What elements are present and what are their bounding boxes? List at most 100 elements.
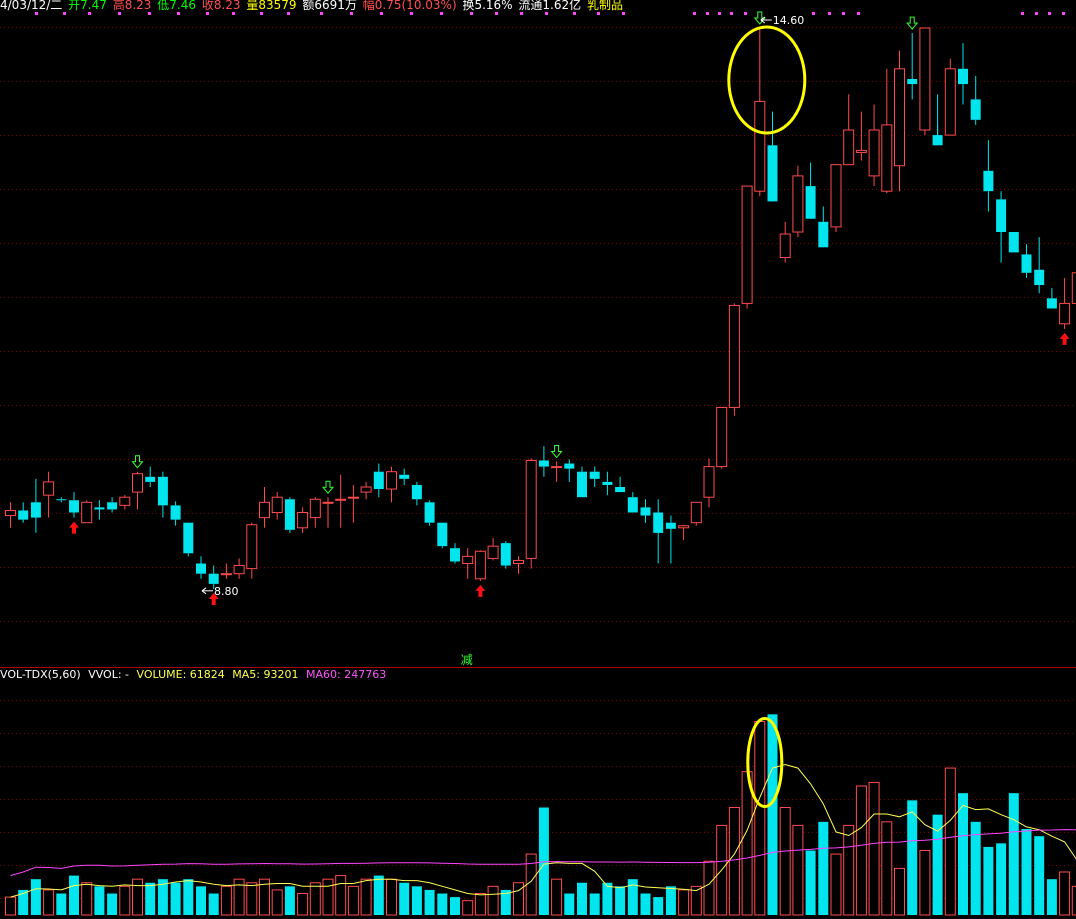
- volume-bar: [196, 886, 206, 915]
- volume-bar: [779, 807, 791, 916]
- volume-bar: [208, 893, 219, 915]
- candles: [5, 27, 1076, 589]
- vol-vvol: VVOL: -: [88, 668, 130, 681]
- volume-bar: [220, 885, 232, 916]
- candle-body: [894, 68, 905, 167]
- candle-body: [868, 129, 880, 177]
- candle-body: [271, 496, 283, 514]
- candle: [424, 500, 435, 526]
- candle: [830, 164, 842, 232]
- period-dot: [1035, 12, 1038, 15]
- candle: [1008, 232, 1019, 253]
- candle: [1034, 237, 1045, 294]
- period-dot: [1048, 12, 1051, 15]
- candle: [881, 68, 893, 194]
- candle: [818, 206, 829, 248]
- candle-body: [233, 565, 245, 575]
- candle-body: [157, 476, 168, 506]
- period-dot: [495, 12, 498, 15]
- candle: [958, 43, 968, 105]
- candle: [716, 406, 728, 469]
- volume-bar: [843, 824, 855, 916]
- volume-bar: [424, 889, 435, 915]
- sell-arrow-icon: [550, 445, 563, 459]
- period-dot: [718, 12, 721, 15]
- candle-body: [792, 175, 804, 233]
- candle-body: [424, 502, 435, 523]
- candle: [386, 466, 397, 503]
- candle: [500, 541, 511, 569]
- candle-body: [907, 79, 918, 85]
- vol-indicator-name: VOL-TDX(5,60): [0, 668, 81, 681]
- candle: [246, 522, 258, 579]
- period-dot: [35, 12, 38, 15]
- volume-bar: [830, 853, 842, 916]
- candle: [653, 499, 664, 564]
- period-dot: [1062, 12, 1065, 15]
- candle-body: [56, 499, 67, 501]
- volume-bar: [170, 882, 181, 915]
- candle-body: [944, 68, 956, 136]
- period-dot: [520, 12, 523, 15]
- volume-bar: [322, 878, 334, 916]
- candle-body: [220, 573, 232, 576]
- volume-bar: [818, 821, 829, 915]
- candle-body: [843, 129, 855, 166]
- candle-body: [690, 501, 702, 524]
- candle: [551, 461, 563, 482]
- candle: [589, 466, 600, 487]
- volume-bar: [665, 886, 676, 915]
- candle: [56, 497, 67, 503]
- candle-body: [1021, 254, 1032, 273]
- volume-bar: [94, 886, 105, 915]
- period-dot: [232, 12, 235, 15]
- candle-body: [43, 481, 55, 496]
- vol-ma5: MA5: 93201: [232, 668, 299, 681]
- volume-bar: [145, 882, 156, 915]
- candle: [373, 463, 384, 498]
- sell-arrow-icon: [131, 455, 144, 469]
- candle: [1071, 272, 1076, 304]
- candle-body: [996, 199, 1007, 232]
- volume-bar: [958, 793, 968, 915]
- sell-arrow-icon: [321, 480, 335, 494]
- candle: [665, 515, 676, 564]
- volume-bar: [30, 879, 41, 915]
- candle-body: [551, 466, 563, 469]
- candle-body: [525, 459, 537, 559]
- candle: [690, 501, 702, 526]
- candle-body: [881, 124, 893, 192]
- volume-bar: [1046, 879, 1057, 915]
- candle: [347, 484, 359, 523]
- period-dot: [206, 12, 209, 15]
- volume-bar: [462, 900, 474, 916]
- volume-bar: [805, 850, 816, 915]
- volume-bar: [411, 886, 422, 915]
- period-dot: [730, 12, 733, 15]
- candle-body: [513, 559, 524, 565]
- candle-body: [1046, 298, 1057, 309]
- candle-body: [170, 505, 181, 520]
- candle: [43, 471, 55, 518]
- volume-bar: [970, 821, 981, 915]
- volume-bar: [1071, 885, 1076, 916]
- candle: [741, 185, 753, 309]
- candle: [843, 94, 855, 166]
- candle-body: [246, 524, 258, 570]
- candle-body: [297, 512, 309, 529]
- volume-bar: [983, 846, 994, 915]
- candle-body: [107, 502, 118, 510]
- candle: [919, 27, 931, 136]
- candle: [220, 563, 232, 579]
- candle-body: [335, 498, 347, 501]
- volume-bar: [1059, 871, 1071, 916]
- volume-bar: [246, 882, 258, 916]
- period-dot: [706, 12, 709, 15]
- candle: [322, 497, 334, 528]
- candle-body: [119, 496, 131, 506]
- candle-body: [983, 170, 994, 192]
- candle: [107, 497, 118, 513]
- candle-body: [970, 99, 981, 120]
- candle: [462, 548, 474, 579]
- candle-body: [18, 510, 29, 520]
